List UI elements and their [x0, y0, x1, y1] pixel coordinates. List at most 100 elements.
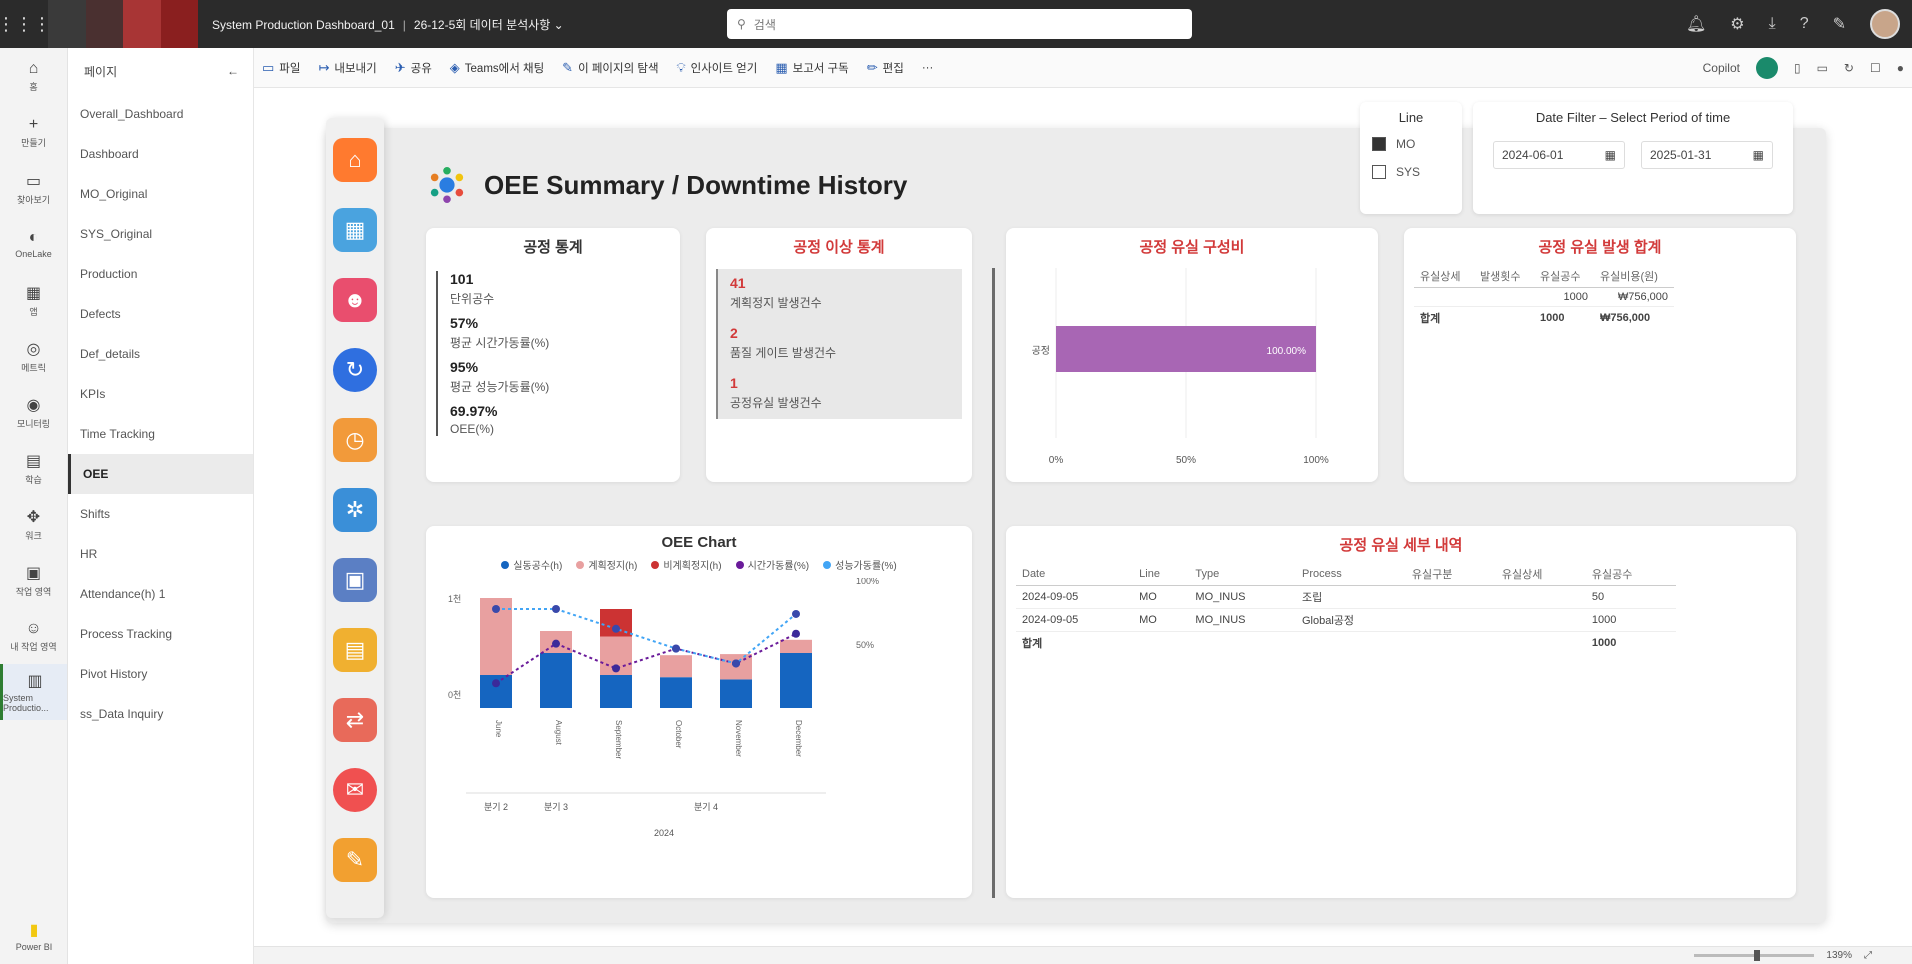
page-tab[interactable]: HR [68, 534, 253, 574]
settings-icon[interactable]: ⚙ [1730, 14, 1744, 34]
page-tab[interactable]: SYS_Original [68, 214, 253, 254]
timer-icon[interactable]: ◷ [333, 418, 377, 462]
oee-bar-segment[interactable] [720, 679, 752, 708]
report-icon[interactable]: ▤ [333, 628, 377, 672]
page-tab[interactable]: Pivot History [68, 654, 253, 694]
page-tab[interactable]: Production [68, 254, 253, 294]
help-icon[interactable]: ? [1800, 15, 1809, 33]
page-tab[interactable]: Process Tracking [68, 614, 253, 654]
column-header[interactable]: 유실상세 [1414, 265, 1474, 288]
page-tab[interactable]: Dashboard [68, 134, 253, 174]
column-header[interactable]: Type [1189, 563, 1296, 586]
toolbar-button[interactable]: ↦ 내보내기 [318, 60, 376, 76]
gear-network-icon[interactable]: ✲ [333, 488, 377, 532]
start-date-input[interactable]: 2024-06-01 ▦ [1493, 141, 1625, 169]
oee-point[interactable] [552, 639, 560, 648]
oee-bar-segment[interactable] [660, 655, 692, 678]
oee-bar-segment[interactable] [780, 653, 812, 708]
page-tab[interactable]: Overall_Dashboard [68, 94, 253, 134]
copilot-button[interactable]: Copilot [1703, 61, 1740, 75]
oee-point[interactable] [552, 605, 560, 613]
notification-icon[interactable]: 🔔︎ [1686, 14, 1706, 34]
oee-point[interactable] [672, 644, 680, 653]
rail-item[interactable]: ◎ 메트릭 [0, 328, 67, 384]
oee-point[interactable] [612, 664, 620, 673]
avatar[interactable] [1870, 9, 1900, 39]
download-icon[interactable]: ⤓ [1769, 15, 1776, 33]
checkbox[interactable] [1372, 165, 1386, 179]
oee-bar-segment[interactable] [780, 639, 812, 653]
chat-icon[interactable]: ✉ [333, 768, 377, 812]
oee-point[interactable] [492, 679, 500, 688]
rail-item[interactable]: ▣ 작업 영역 [0, 552, 67, 608]
page-tab[interactable]: Shifts [68, 494, 253, 534]
column-header[interactable]: 유실비용(원) [1594, 265, 1674, 288]
rail-item[interactable]: ▦ 앱 [0, 272, 67, 328]
zoom-slider[interactable] [1694, 950, 1815, 961]
powerbi-logo[interactable]: ▮ Power BI [0, 908, 68, 964]
comment-icon[interactable]: ☐ [1870, 61, 1881, 75]
toolbar-button[interactable]: ◈ Teams에서 채팅 [450, 60, 544, 76]
rail-item[interactable]: + 만들기 [0, 104, 67, 160]
toolbar-button[interactable]: ✎ 이 페이지의 탐색 [562, 60, 658, 76]
page-tab[interactable]: OEE [68, 454, 253, 494]
toolbar-button[interactable]: ▭ 파일 [262, 60, 300, 76]
column-header[interactable]: 유실구분 [1405, 563, 1496, 586]
oee-point[interactable] [492, 605, 500, 613]
copilot-icon[interactable] [1755, 57, 1778, 79]
page-tab[interactable]: Def_details [68, 334, 253, 374]
column-header[interactable]: Date [1016, 563, 1134, 586]
fit-page-icon[interactable]: ⤢ [1864, 950, 1872, 961]
column-header[interactable]: Line [1133, 563, 1190, 586]
bookmark-icon[interactable]: ▯ [1794, 61, 1801, 75]
oee-point[interactable] [792, 629, 800, 638]
toolbar-button[interactable]: ✏ 편집 [867, 60, 904, 76]
legend-item[interactable]: 계획정지(h) [576, 557, 637, 572]
column-header[interactable]: 유실공수 [1534, 265, 1594, 288]
legend-item[interactable]: 성능가동률(%) [823, 557, 897, 572]
oee-point[interactable] [792, 609, 800, 618]
refresh-icon[interactable]: ↻ [333, 348, 377, 392]
more-options-icon[interactable]: ● [1897, 61, 1904, 75]
monitor-icon[interactable]: ▣ [333, 558, 377, 602]
legend-item[interactable]: 실동공수(h) [501, 557, 562, 572]
column-header[interactable]: 유실공수 [1585, 563, 1676, 586]
oee-bar-segment[interactable] [600, 675, 632, 708]
home-icon[interactable]: ⌂ [333, 138, 377, 182]
notebook-icon[interactable]: ✎ [333, 838, 377, 882]
oee-point[interactable] [732, 659, 740, 668]
production-icon[interactable]: ▦ [333, 208, 377, 252]
page-tab[interactable]: KPIs [68, 374, 253, 414]
page-tab[interactable]: Attendance(h) 1 [68, 574, 253, 614]
toolbar-button[interactable]: ✈ 공유 [395, 60, 432, 76]
rail-item[interactable]: ▤ 학습 [0, 440, 67, 496]
rail-item[interactable]: ☺ 내 작업 영역 [0, 608, 67, 664]
end-date-input[interactable]: 2025-01-31 ▦ [1641, 141, 1773, 169]
search-input[interactable]: ⚲ 검색 [727, 9, 1192, 39]
toolbar-button[interactable]: ▦ 보고서 구독 [775, 60, 848, 76]
checkbox[interactable] [1372, 137, 1386, 151]
column-header[interactable]: 유실상세 [1495, 563, 1586, 586]
page-tab[interactable]: Time Tracking [68, 414, 253, 454]
line-option-mo[interactable]: MO [1372, 137, 1450, 151]
people-icon[interactable]: ☻ [333, 278, 377, 322]
legend-item[interactable]: 비계획정지(h) [651, 557, 722, 572]
oee-point[interactable] [612, 624, 620, 633]
rail-item[interactable]: ◐ OneLake [0, 216, 67, 272]
page-tab[interactable]: MO_Original [68, 174, 253, 214]
workflow-icon[interactable]: ⇄ [333, 698, 377, 742]
rail-item[interactable]: ◉ 모니터링 [0, 384, 67, 440]
rail-item[interactable]: ⌂ 홈 [0, 48, 67, 104]
page-tab[interactable]: Defects [68, 294, 253, 334]
legend-item[interactable]: 시간가동률(%) [735, 557, 809, 572]
app-launcher-icon[interactable]: ⋮⋮⋮ [0, 0, 51, 48]
refresh-icon[interactable]: ↻ [1844, 61, 1854, 75]
page-tab[interactable]: ss_Data Inquiry [68, 694, 253, 734]
toolbar-button[interactable]: 💡︎ 인사이트 얻기 [677, 60, 758, 76]
oee-bar-segment[interactable] [540, 653, 572, 708]
rail-item[interactable]: ▭ 찾아보기 [0, 160, 67, 216]
feedback-icon[interactable]: ✎ [1833, 14, 1846, 34]
zoom-level[interactable]: 139% [1826, 950, 1852, 961]
rail-item[interactable]: ✥ 워크 [0, 496, 67, 552]
column-header[interactable]: Process [1295, 563, 1406, 586]
